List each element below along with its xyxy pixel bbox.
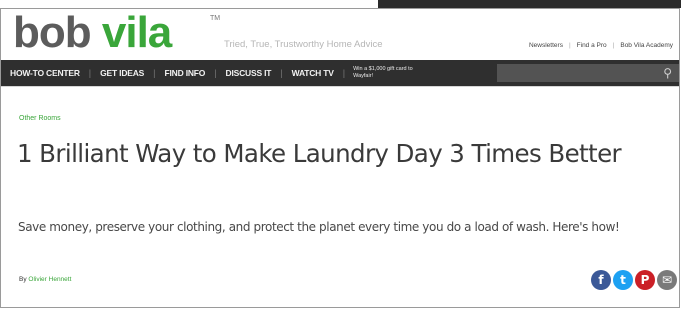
nav-item-get-ideas[interactable]: GET IDEAS	[91, 68, 153, 78]
utility-link-academy[interactable]: Bob Vila Academy	[620, 42, 673, 49]
article-title: 1 Brilliant Way to Make Laundry Day 3 Ti…	[17, 139, 622, 168]
search-input[interactable]: ⚲	[497, 64, 679, 82]
logo-vila: vila	[101, 8, 172, 57]
facebook-icon[interactable]: f	[591, 270, 611, 290]
twitter-icon[interactable]: t	[613, 270, 633, 290]
pinterest-icon[interactable]: P	[635, 270, 655, 290]
utility-links: Newsletters | Find a Pro | Bob Vila Acad…	[528, 42, 673, 49]
utility-link-newsletters[interactable]: Newsletters	[529, 42, 563, 49]
nav-item-how-to-center[interactable]: HOW-TO CENTER	[1, 68, 89, 78]
nav-item-find-info[interactable]: FIND INFO	[156, 68, 215, 78]
email-icon[interactable]: ✉	[657, 270, 677, 290]
nav-item-watch-tv[interactable]: WATCH TV	[283, 68, 343, 78]
page-frame: bob vila TM Tried, True, Trustworthy Hom…	[0, 8, 680, 308]
utility-link-find-a-pro[interactable]: Find a Pro	[577, 42, 607, 49]
category-link[interactable]: Other Rooms	[19, 115, 61, 122]
nav-promo-link[interactable]: Win a $1,000 gift card to Wayfair!	[345, 66, 433, 80]
article-dek: Save money, preserve your clothing, and …	[18, 220, 620, 234]
byline: By Olivier Hennett	[19, 276, 71, 283]
main-nav: HOW-TO CENTER | GET IDEAS | FIND INFO | …	[1, 60, 679, 86]
logo-bob: bob	[13, 8, 92, 57]
article-content: Other Rooms 1 Brilliant Way to Make Laun…	[1, 86, 679, 309]
site-header: bob vila TM Tried, True, Trustworthy Hom…	[1, 9, 679, 60]
byline-prefix: By	[19, 276, 27, 283]
nav-item-discuss-it[interactable]: DISCUSS IT	[217, 68, 281, 78]
search-icon[interactable]: ⚲	[663, 66, 672, 80]
trademark-mark: TM	[210, 15, 221, 22]
site-logo[interactable]: bob vila	[13, 8, 172, 57]
share-buttons: f t P ✉	[591, 270, 677, 290]
tagline: Tried, True, Trustworthy Home Advice	[224, 39, 383, 50]
photo-strip	[378, 0, 681, 8]
author-link[interactable]: Olivier Hennett	[28, 276, 71, 283]
